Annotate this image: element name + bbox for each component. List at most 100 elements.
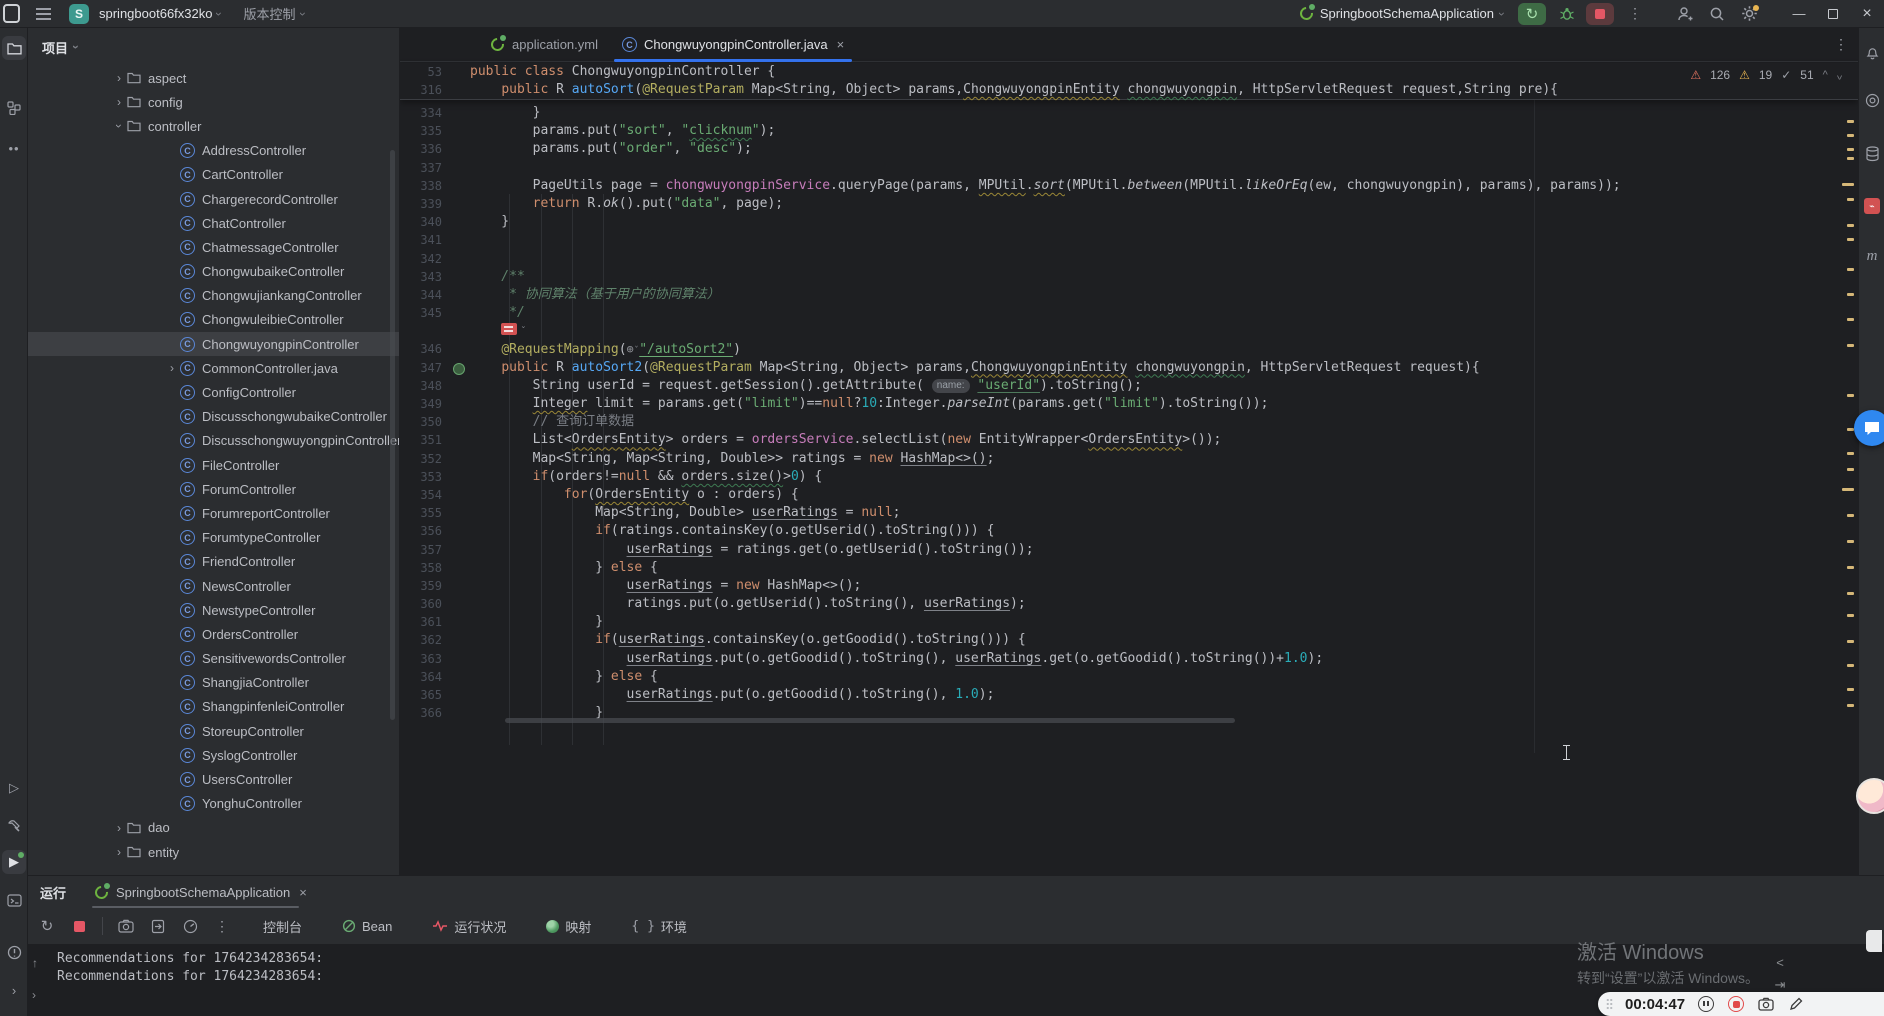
tree-item-chongwuyongpincontroller[interactable]: CChongwuyongpinController xyxy=(28,332,399,356)
tab-mappings[interactable]: 映射 xyxy=(542,917,595,936)
tree-item-storeupcontroller[interactable]: CStoreupController xyxy=(28,719,399,743)
close-button[interactable]: × xyxy=(1850,0,1884,28)
tree-item-discusschongwubaikecontroller[interactable]: CDiscusschongwubaikeController xyxy=(28,405,399,429)
ai-assistant-button[interactable] xyxy=(1862,90,1882,110)
close-tab-icon[interactable]: × xyxy=(837,37,845,52)
expand-arrow-icon[interactable]: › xyxy=(164,361,180,375)
search-button[interactable] xyxy=(1704,3,1730,25)
screenshot-button[interactable] xyxy=(117,917,135,935)
tree-item-dao[interactable]: ›dao xyxy=(28,816,399,840)
plugin-red-button[interactable]: ⌁ xyxy=(1862,196,1882,216)
build-tool-button[interactable] xyxy=(2,814,26,838)
recorder-edge-chip[interactable] xyxy=(1866,930,1882,952)
warning-stripe-mark[interactable] xyxy=(1847,157,1854,160)
tree-item-shangpinfenleicontroller[interactable]: CShangpinfenleiController xyxy=(28,695,399,719)
floating-chat-button[interactable] xyxy=(1854,410,1884,446)
tab-bean[interactable]: Bean xyxy=(338,919,396,934)
tree-item-entity[interactable]: ›entity xyxy=(28,840,399,864)
more-options-kebab-icon[interactable]: ⋮ xyxy=(213,917,231,935)
warning-stripe-mark[interactable] xyxy=(1847,344,1854,347)
warning-stripe-mark[interactable] xyxy=(1847,640,1854,643)
tree-item-controller[interactable]: ›controller xyxy=(28,114,399,138)
warning-stripe-mark[interactable] xyxy=(1847,394,1854,397)
warning-stripe-mark[interactable] xyxy=(1847,148,1854,151)
pause-recording-button[interactable] xyxy=(1697,995,1715,1013)
notifications-tool-button[interactable]: › xyxy=(2,978,26,1002)
expand-arrow-icon[interactable]: › xyxy=(111,821,127,835)
tree-item-chongwuleibiecontroller[interactable]: CChongwuleibieController xyxy=(28,308,399,332)
editor[interactable]: application.yml C ChongwuyongpinControll… xyxy=(400,28,1858,875)
tree-item-forumcontroller[interactable]: CForumController xyxy=(28,477,399,501)
warning-stripe-mark[interactable] xyxy=(1847,268,1854,271)
more-tools-button[interactable]: •• xyxy=(2,136,26,160)
warning-stripe-mark[interactable] xyxy=(1847,592,1854,595)
tab-chongwuyongpincontroller-java[interactable]: C ChongwuyongpinController.java × xyxy=(610,28,856,61)
add-user-button[interactable] xyxy=(1672,3,1698,25)
project-tool-button[interactable] xyxy=(2,36,26,60)
code-area[interactable]: 334 }335 params.put("sort", "clicknum");… xyxy=(400,104,1858,875)
expand-arrow-icon[interactable]: › xyxy=(111,95,127,109)
structure-tool-button[interactable] xyxy=(2,96,26,120)
tree-item-commoncontroller.java[interactable]: ›CCommonController.java xyxy=(28,356,399,380)
tree-item-userscontroller[interactable]: CUsersController xyxy=(28,767,399,791)
warning-stripe-mark[interactable] xyxy=(1847,238,1854,241)
warning-stripe-mark[interactable] xyxy=(1847,428,1854,431)
tree-item-addresscontroller[interactable]: CAddressController xyxy=(28,139,399,163)
project-tree-scrollbar[interactable] xyxy=(390,150,395,720)
tab-environment[interactable]: { } 环境 xyxy=(627,917,691,936)
endpoint-badge-icon[interactable] xyxy=(501,323,517,335)
warning-stripe-mark[interactable] xyxy=(1847,664,1854,667)
tab-console[interactable]: 控制台 xyxy=(259,917,306,936)
run-tool-button[interactable]: ▶ xyxy=(2,850,26,874)
notifications-button[interactable] xyxy=(1862,42,1882,62)
services-tool-button[interactable]: ▷ xyxy=(2,776,26,800)
maximize-button[interactable] xyxy=(1816,0,1850,28)
scroll-to-top-icon[interactable]: ↑ xyxy=(32,956,38,970)
warning-stripe-mark[interactable] xyxy=(1847,540,1854,543)
editor-horizontal-scrollbar[interactable] xyxy=(505,718,1235,723)
tab-health[interactable]: 运行状况 xyxy=(428,917,510,936)
rerun-application-button[interactable]: ↻ xyxy=(38,917,56,935)
tree-item-chatcontroller[interactable]: CChatController xyxy=(28,211,399,235)
tree-item-forumtypecontroller[interactable]: CForumtypeController xyxy=(28,526,399,550)
tree-item-cartcontroller[interactable]: CCartController xyxy=(28,163,399,187)
warning-stripe-mark[interactable] xyxy=(1847,468,1854,471)
tree-item-configcontroller[interactable]: CConfigController xyxy=(28,380,399,404)
tree-item-newstypecontroller[interactable]: CNewstypeController xyxy=(28,598,399,622)
tree-item-discusschongwuyongpincontroller[interactable]: CDiscusschongwuyongpinController xyxy=(28,429,399,453)
maven-button[interactable]: m xyxy=(1862,246,1882,266)
tree-item-config[interactable]: ›config xyxy=(28,90,399,114)
tree-item-aspect[interactable]: ›aspect xyxy=(28,66,399,90)
minimize-button[interactable]: — xyxy=(1782,0,1816,28)
warning-stripe-mark[interactable] xyxy=(1847,293,1854,296)
warning-stripe-mark[interactable] xyxy=(1847,514,1854,517)
problems-tool-button[interactable] xyxy=(2,940,26,964)
stop-recording-button[interactable] xyxy=(1727,995,1745,1013)
close-run-tab-icon[interactable]: × xyxy=(299,885,307,900)
project-panel-header[interactable]: 项目 › xyxy=(28,28,399,66)
warning-stripe-mark[interactable] xyxy=(1847,198,1854,201)
tab-application-yml[interactable]: application.yml xyxy=(478,28,610,61)
warning-stripe-mark[interactable] xyxy=(1847,134,1854,137)
tab-options-kebab-icon[interactable]: ⋮ xyxy=(1834,36,1848,53)
prev-problem-icon[interactable]: ^ xyxy=(1823,69,1828,81)
run-config-selector[interactable]: SpringbootSchemaApplication › xyxy=(1299,6,1504,21)
tree-item-chargerecordcontroller[interactable]: CChargerecordController xyxy=(28,187,399,211)
vcs-menu[interactable]: 版本控制 › xyxy=(243,4,304,23)
settings-button[interactable] xyxy=(1736,3,1762,25)
project-selector[interactable]: springboot66fx32ko › xyxy=(99,6,221,21)
tree-item-orderscontroller[interactable]: COrdersController xyxy=(28,622,399,646)
warning-stripe-mark[interactable] xyxy=(1847,566,1854,569)
tree-item-syslogcontroller[interactable]: CSyslogController xyxy=(28,743,399,767)
floating-avatar[interactable] xyxy=(1856,778,1884,814)
debug-button[interactable] xyxy=(1554,3,1580,25)
stop-application-button[interactable] xyxy=(70,917,88,935)
tree-item-chatmessagecontroller[interactable]: CChatmessageController xyxy=(28,235,399,259)
terminal-tool-button[interactable] xyxy=(2,888,26,912)
endpoint-gutter-icon[interactable] xyxy=(450,359,470,377)
tree-item-shangjiacontroller[interactable]: CShangjiaController xyxy=(28,671,399,695)
tree-item-chongwubaikecontroller[interactable]: CChongwubaikeController xyxy=(28,260,399,284)
stop-button[interactable] xyxy=(1586,3,1614,25)
expand-arrow-icon[interactable]: › xyxy=(111,71,127,85)
recorder-side-controls[interactable]: <⇥ xyxy=(1772,952,1788,996)
